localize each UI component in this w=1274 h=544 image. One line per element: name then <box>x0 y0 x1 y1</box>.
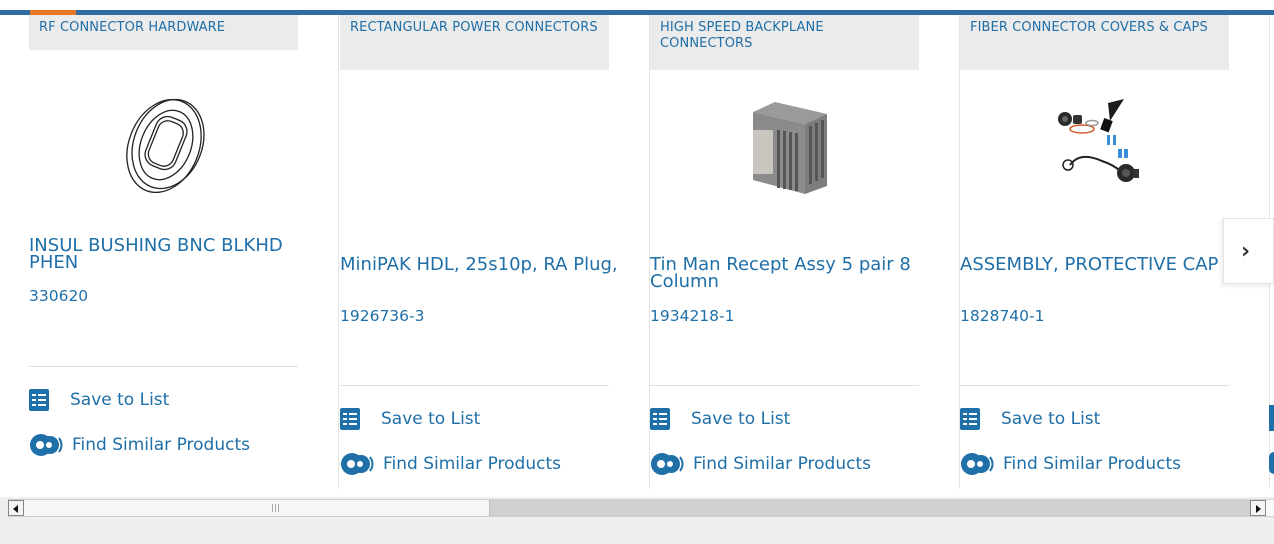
find-similar-label: Find Similar Products <box>383 454 561 474</box>
find-similar-button[interactable]: Find Similar Products <box>340 452 561 476</box>
card-divider-line <box>650 385 919 386</box>
find-similar-button[interactable]: Find Similar Products <box>960 452 1181 476</box>
find-similar-icon <box>651 453 684 475</box>
protective-cap-assembly-image <box>1057 99 1139 182</box>
product-category[interactable]: RF CONNECTOR HARDWARE <box>29 15 298 50</box>
next-card-find-icon-edge <box>1269 452 1274 474</box>
product-card: RF CONNECTOR HARDWARE INSUL BUSHING BNC … <box>29 15 339 489</box>
part-number-link[interactable]: 330620 <box>29 287 88 305</box>
scroll-left-arrow-icon[interactable] <box>8 500 24 516</box>
product-card: RECTANGULAR POWER CONNECTORS MiniPAK HDL… <box>340 15 650 489</box>
checklist-icon <box>960 408 980 430</box>
find-similar-icon <box>30 434 63 456</box>
find-similar-label: Find Similar Products <box>1003 454 1181 474</box>
product-card: HIGH SPEED BACKPLANE CONNECTORS Tin Man … <box>650 15 960 489</box>
save-to-list-label: Save to List <box>70 390 170 410</box>
next-card-save-icon-edge <box>1269 405 1274 431</box>
product-category[interactable]: FIBER CONNECTOR COVERS & CAPS <box>960 15 1229 70</box>
save-to-list-label: Save to List <box>1001 409 1101 429</box>
checklist-icon <box>29 389 49 411</box>
save-to-list-label: Save to List <box>691 409 791 429</box>
find-similar-icon <box>341 453 374 475</box>
save-to-list-label: Save to List <box>381 409 481 429</box>
product-title-link[interactable]: MiniPAK HDL, 25s10p, RA Plug, <box>340 256 620 274</box>
product-title-link[interactable]: Tin Man Recept Assy 5 pair 8 Column <box>650 256 930 291</box>
find-similar-label: Find Similar Products <box>693 454 871 474</box>
chevron-right-icon: › <box>1241 239 1251 264</box>
product-category[interactable]: HIGH SPEED BACKPLANE CONNECTORS <box>650 15 919 70</box>
scroll-right-arrow-icon[interactable] <box>1250 500 1266 516</box>
grip-icon <box>272 504 279 512</box>
product-image[interactable] <box>650 75 919 215</box>
find-similar-button[interactable]: Find Similar Products <box>29 433 250 457</box>
save-to-list-button[interactable]: Save to List <box>29 389 169 411</box>
card-divider <box>338 15 339 489</box>
product-title-link[interactable]: INSUL BUSHING BNC BLKHD PHEN <box>29 237 309 272</box>
save-to-list-button[interactable]: Save to List <box>960 408 1100 430</box>
part-number-link[interactable]: 1828740-1 <box>960 307 1045 325</box>
part-number-link[interactable]: 1926736-3 <box>340 307 425 325</box>
horizontal-scrollbar[interactable] <box>8 499 1274 517</box>
part-number-link[interactable]: 1934218-1 <box>650 307 735 325</box>
product-title-link[interactable]: ASSEMBLY, PROTECTIVE CAP <box>960 256 1240 274</box>
scrollbar-thumb[interactable] <box>25 500 490 516</box>
find-similar-label: Find Similar Products <box>72 435 250 455</box>
card-divider-line <box>340 385 609 386</box>
card-divider-line <box>29 366 298 367</box>
backplane-connector-image <box>752 102 827 194</box>
find-similar-button[interactable]: Find Similar Products <box>650 452 871 476</box>
scrollbar-track[interactable] <box>490 500 1250 516</box>
card-divider-line <box>960 385 1229 386</box>
insulating-bushing-image <box>125 98 205 194</box>
product-image[interactable] <box>960 75 1229 215</box>
checklist-icon <box>340 408 360 430</box>
product-carousel: RF CONNECTOR HARDWARE INSUL BUSHING BNC … <box>0 0 1274 497</box>
save-to-list-button[interactable]: Save to List <box>340 408 480 430</box>
checklist-icon <box>650 408 670 430</box>
product-category[interactable]: RECTANGULAR POWER CONNECTORS <box>340 15 609 70</box>
carousel-next-button[interactable]: › <box>1223 218 1274 284</box>
save-to-list-button[interactable]: Save to List <box>650 408 790 430</box>
find-similar-icon <box>961 453 994 475</box>
product-image[interactable] <box>29 75 298 215</box>
